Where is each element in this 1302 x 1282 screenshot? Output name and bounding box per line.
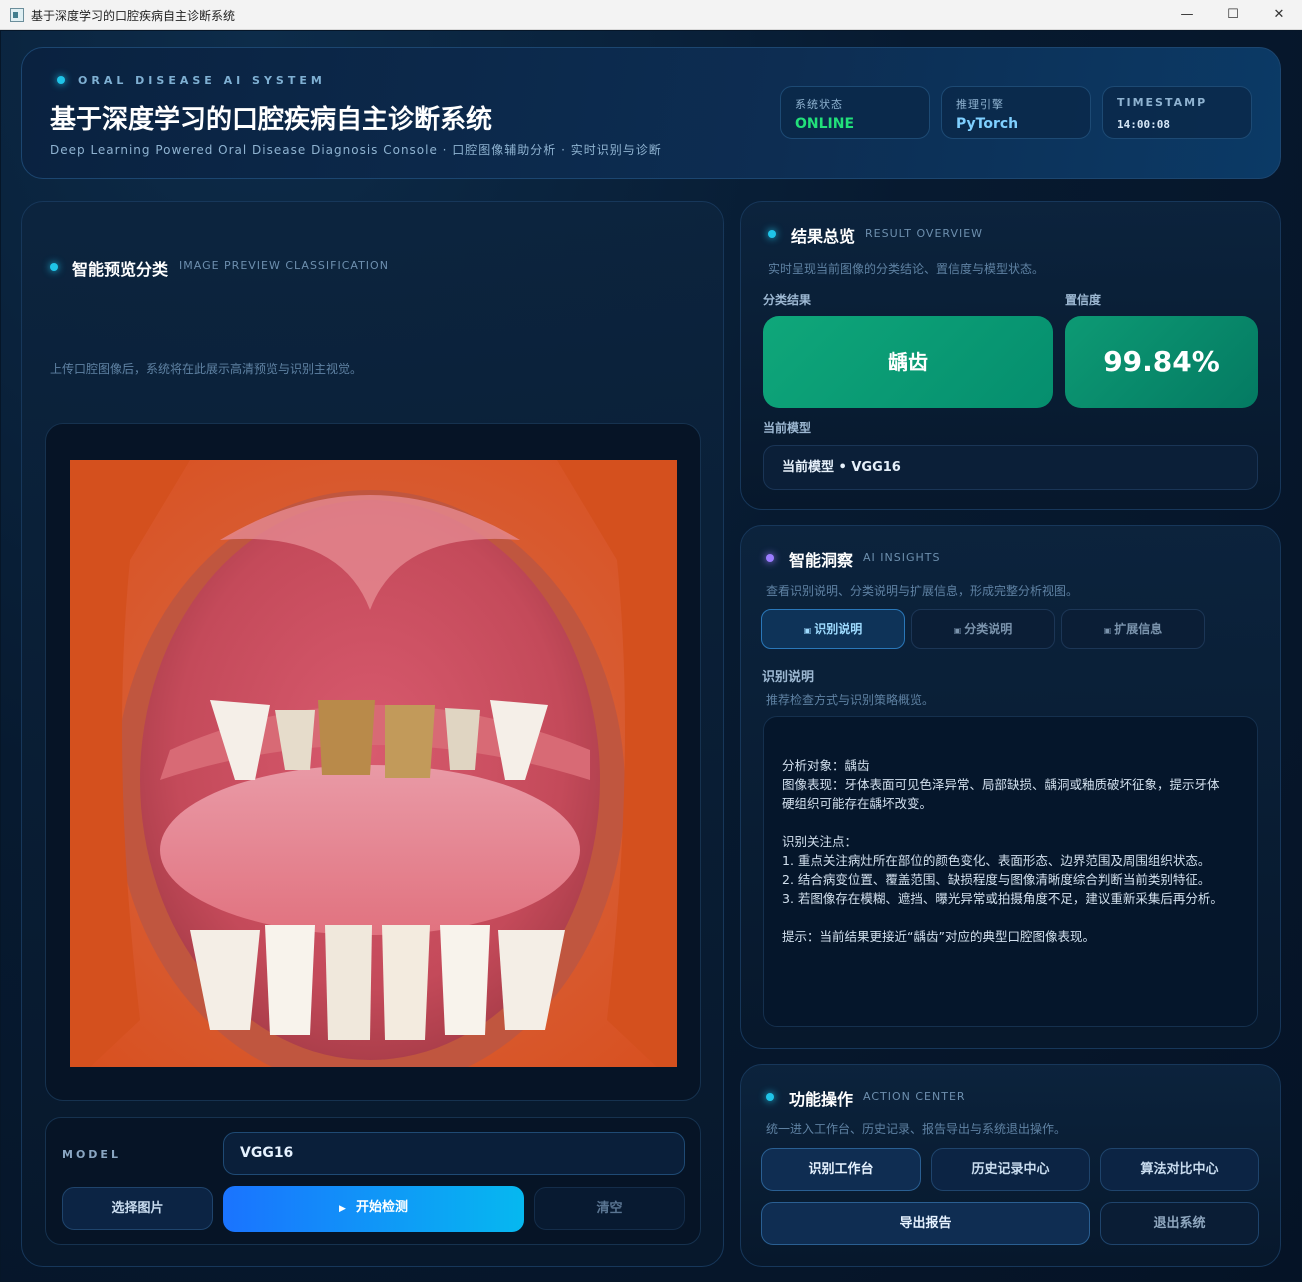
actions-tag: ACTION CENTER bbox=[863, 1090, 966, 1103]
history-button[interactable]: 历史记录中心 bbox=[931, 1148, 1090, 1191]
section-dot-icon bbox=[50, 263, 58, 271]
tab-extended[interactable]: ▣ 扩展信息 bbox=[1061, 609, 1205, 649]
stat-label: 推理引擎 bbox=[956, 98, 1004, 111]
class-result-card: 龋齿 bbox=[763, 316, 1053, 408]
tab-label: 分类说明 bbox=[964, 622, 1013, 636]
stat-value: PyTorch bbox=[956, 116, 1019, 132]
insight-line bbox=[782, 813, 1257, 832]
insight-line: 提示：当前结果更接近“龋齿”对应的典型口腔图像表现。 bbox=[782, 929, 1095, 944]
tab-icon: ▣ bbox=[953, 626, 962, 635]
result-title: 结果总览 bbox=[791, 227, 856, 246]
insight-section-label: 识别说明 bbox=[762, 670, 815, 685]
maximize-button[interactable]: ☐ bbox=[1210, 0, 1256, 30]
preview-title: 智能预览分类 bbox=[72, 260, 169, 279]
start-detect-label: 开始检测 bbox=[355, 1200, 408, 1215]
play-icon: ▶ bbox=[339, 1204, 346, 1214]
algorithm-compare-button[interactable]: 算法对比中心 bbox=[1100, 1148, 1259, 1191]
insight-line: 3. 若图像存在模糊、遮挡、曝光异常或拍摄角度不足，建议重新采集后再分析。 bbox=[782, 891, 1223, 906]
tab-icon: ▣ bbox=[1103, 626, 1112, 635]
insight-line: 识别关注点： bbox=[782, 834, 858, 849]
header-panel: ORAL DISEASE AI SYSTEM 基于深度学习的口腔疾病自主诊断系统… bbox=[21, 47, 1281, 179]
insight-text-box: 分析对象：龋齿图像表现：牙体表面可见色泽异常、局部缺损、龋洞或釉质破坏征象，提示… bbox=[763, 716, 1258, 1027]
section-dot-icon bbox=[768, 230, 776, 238]
model-label: MODEL bbox=[62, 1148, 121, 1161]
page-subtitle: Deep Learning Powered Oral Disease Diagn… bbox=[50, 143, 662, 157]
model-select[interactable]: VGG16 bbox=[223, 1132, 685, 1175]
insight-section-desc: 推荐检查方式与识别策略概览。 bbox=[766, 693, 935, 707]
workbench-button[interactable]: 识别工作台 bbox=[761, 1148, 921, 1191]
stat-timestamp: TIMESTAMP 14:00:08 bbox=[1102, 86, 1252, 139]
preview-panel: 智能预览分类 IMAGE PREVIEW CLASSIFICATION 上传口腔… bbox=[21, 201, 724, 1267]
tab-label: 扩展信息 bbox=[1114, 622, 1163, 636]
header-eyebrow: ORAL DISEASE AI SYSTEM bbox=[78, 74, 326, 87]
preview-desc: 上传口腔图像后，系统将在此展示高清预览与识别主视觉。 bbox=[50, 362, 363, 376]
close-button[interactable]: ✕ bbox=[1256, 0, 1302, 30]
stat-value: ONLINE bbox=[795, 116, 855, 132]
insight-line: 2. 结合病变位置、覆盖范围、缺损程度与图像清晰度综合判断当前类别特征。 bbox=[782, 872, 1211, 887]
exit-system-button[interactable]: 退出系统 bbox=[1100, 1202, 1259, 1245]
oral-image bbox=[70, 460, 677, 1067]
stat-system-status: 系统状态 ONLINE bbox=[780, 86, 930, 139]
export-report-button[interactable]: 导出报告 bbox=[761, 1202, 1090, 1245]
stat-value: 14:00:08 bbox=[1117, 118, 1170, 131]
insight-text: 分析对象：龋齿图像表现：牙体表面可见色泽异常、局部缺损、龋洞或釉质破坏征象，提示… bbox=[782, 737, 1257, 984]
insights-title: 智能洞察 bbox=[789, 551, 854, 570]
actions-title: 功能操作 bbox=[789, 1090, 854, 1109]
tab-icon: ▣ bbox=[803, 626, 812, 635]
section-dot-icon bbox=[766, 554, 774, 562]
insights-desc: 查看识别说明、分类说明与扩展信息，形成完整分析视图。 bbox=[766, 584, 1079, 598]
stat-label: 系统状态 bbox=[795, 98, 843, 111]
stat-label: TIMESTAMP bbox=[1117, 96, 1208, 109]
actions-desc: 统一进入工作台、历史记录、报告导出与系统退出操作。 bbox=[766, 1122, 1067, 1136]
insight-line bbox=[782, 908, 1257, 927]
stat-inference-engine: 推理引擎 PyTorch bbox=[941, 86, 1091, 139]
select-image-button[interactable]: 选择图片 bbox=[62, 1187, 213, 1230]
app-root: ORAL DISEASE AI SYSTEM 基于深度学习的口腔疾病自主诊断系统… bbox=[1, 31, 1301, 1281]
class-label: 分类结果 bbox=[763, 293, 812, 307]
current-model-label: 当前模型 bbox=[763, 421, 812, 435]
minimize-button[interactable]: — bbox=[1164, 0, 1210, 30]
preview-tag: IMAGE PREVIEW CLASSIFICATION bbox=[179, 259, 389, 272]
current-model-value: 当前模型 • VGG16 bbox=[763, 445, 1258, 490]
insights-tag: AI INSIGHTS bbox=[863, 551, 941, 564]
confidence-card: 99.84% bbox=[1065, 316, 1258, 408]
result-panel: 结果总览 RESULT OVERVIEW 实时呈现当前图像的分类结论、置信度与模… bbox=[740, 201, 1281, 510]
insight-line: 分析对象：龋齿 bbox=[782, 758, 870, 773]
page-title: 基于深度学习的口腔疾病自主诊断系统 bbox=[50, 105, 493, 135]
tab-label: 识别说明 bbox=[814, 622, 863, 636]
tab-classification[interactable]: ▣ 分类说明 bbox=[911, 609, 1055, 649]
start-detect-button[interactable]: ▶ 开始检测 bbox=[223, 1186, 524, 1232]
result-desc: 实时呈现当前图像的分类结论、置信度与模型状态。 bbox=[768, 262, 1045, 276]
control-bar: MODEL VGG16 选择图片 ▶ 开始检测 清空 bbox=[45, 1117, 701, 1245]
insight-line: 图像表现：牙体表面可见色泽异常、局部缺损、龋洞或釉质破坏征象，提示牙体 bbox=[782, 777, 1220, 792]
app-icon bbox=[10, 8, 24, 22]
clear-button[interactable]: 清空 bbox=[534, 1187, 685, 1230]
insight-line: 1. 重点关注病灶所在部位的颜色变化、表面形态、边界范围及周围组织状态。 bbox=[782, 853, 1211, 868]
window-title: 基于深度学习的口腔疾病自主诊断系统 bbox=[31, 9, 236, 23]
status-dot-icon bbox=[57, 76, 65, 84]
insight-line: 硬组织可能存在龋坏改变。 bbox=[782, 796, 933, 811]
image-frame bbox=[45, 423, 701, 1101]
confidence-label: 置信度 bbox=[1065, 293, 1102, 307]
tab-recognition[interactable]: ▣ 识别说明 bbox=[761, 609, 905, 649]
section-dot-icon bbox=[766, 1093, 774, 1101]
result-tag: RESULT OVERVIEW bbox=[865, 227, 984, 240]
window-titlebar: 基于深度学习的口腔疾病自主诊断系统 — ☐ ✕ bbox=[0, 0, 1302, 30]
